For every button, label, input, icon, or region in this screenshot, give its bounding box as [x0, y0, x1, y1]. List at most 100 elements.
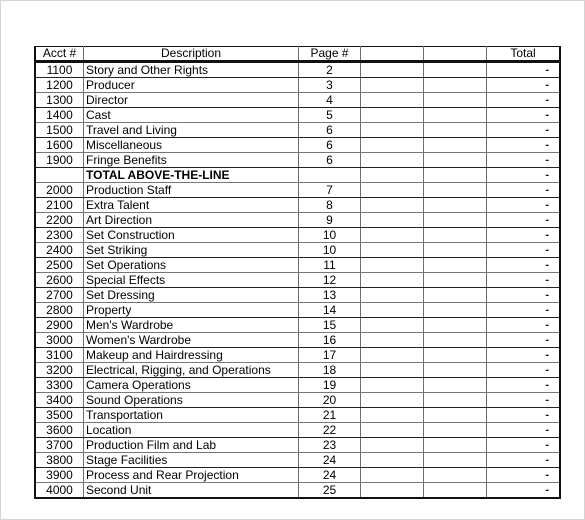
description-cell: TOTAL ABOVE-THE-LINE: [83, 167, 299, 183]
total-value: -: [545, 319, 549, 331]
page-cell: 3: [298, 77, 361, 93]
total-value: -: [545, 259, 549, 271]
table-header-row: Acct # Description Page # Total: [34, 46, 561, 63]
total-cell: -: [486, 362, 561, 378]
description-cell: Makeup and Hairdressing: [83, 347, 299, 363]
acct-cell: 1400: [34, 107, 84, 123]
total-cell: -: [486, 287, 561, 303]
acct-cell: 3300: [34, 377, 84, 393]
total-value: -: [545, 439, 549, 451]
total-cell: -: [486, 242, 561, 258]
total-value: -: [545, 424, 549, 436]
total-value: -: [545, 79, 549, 91]
blank-cell-1: [360, 377, 424, 393]
description-cell: Production Film and Lab: [83, 437, 299, 453]
description-cell: Special Effects: [83, 272, 299, 288]
description-cell: Production Staff: [83, 182, 299, 198]
blank-cell-2: [423, 437, 487, 453]
table-row: 2800 Property 14 -: [34, 302, 561, 318]
total-value: -: [545, 289, 549, 301]
page-cell: 10: [298, 227, 361, 243]
blank-cell-2: [423, 137, 487, 153]
blank-cell-2: [423, 287, 487, 303]
blank-cell-1: [360, 227, 424, 243]
blank-cell-1: [360, 77, 424, 93]
total-value: -: [545, 124, 549, 136]
page-cell: 6: [298, 152, 361, 168]
total-value: -: [545, 94, 549, 106]
page-cell: 20: [298, 392, 361, 408]
document-page: Acct # Description Page # Total 1100 Stor…: [0, 0, 585, 520]
description-cell: Director: [83, 92, 299, 108]
table-row: 2600 Special Effects 12 -: [34, 272, 561, 288]
table-row: 2700 Set Dressing 13 -: [34, 287, 561, 303]
header-blank-2: [423, 46, 487, 63]
total-cell: -: [486, 227, 561, 243]
total-cell: -: [486, 257, 561, 273]
description-cell: Producer: [83, 77, 299, 93]
table-row: 1200 Producer 3 -: [34, 77, 561, 93]
page-cell: 24: [298, 467, 361, 483]
blank-cell-2: [423, 107, 487, 123]
page-cell: 13: [298, 287, 361, 303]
acct-cell: 1200: [34, 77, 84, 93]
total-cell: -: [486, 77, 561, 93]
page-cell: 6: [298, 137, 361, 153]
acct-cell: 2700: [34, 287, 84, 303]
blank-cell-2: [423, 77, 487, 93]
blank-cell-1: [360, 287, 424, 303]
total-cell: -: [486, 347, 561, 363]
description-cell: Art Direction: [83, 212, 299, 228]
total-cell: -: [486, 107, 561, 123]
page-cell: 19: [298, 377, 361, 393]
acct-cell: 4000: [34, 482, 84, 499]
acct-cell: 2400: [34, 242, 84, 258]
description-cell: Second Unit: [83, 482, 299, 499]
page-cell: 4: [298, 92, 361, 108]
description-cell: Women's Wardrobe: [83, 332, 299, 348]
total-value: -: [545, 109, 549, 121]
total-cell: -: [486, 197, 561, 213]
page-cell: 6: [298, 122, 361, 138]
page-cell: 17: [298, 347, 361, 363]
total-value: -: [545, 334, 549, 346]
total-value: -: [545, 64, 549, 76]
table-row: 1100 Story and Other Rights 2 -: [34, 61, 561, 78]
acct-cell: 3400: [34, 392, 84, 408]
description-cell: Set Striking: [83, 242, 299, 258]
total-value: -: [545, 154, 549, 166]
table-row: TOTAL ABOVE-THE-LINE -: [34, 167, 561, 183]
blank-cell-1: [360, 317, 424, 333]
table-row: 2300 Set Construction 10 -: [34, 227, 561, 243]
blank-cell-1: [360, 122, 424, 138]
blank-cell-2: [423, 257, 487, 273]
blank-cell-2: [423, 122, 487, 138]
table-row: 3900 Process and Rear Projection 24 -: [34, 467, 561, 483]
page-cell: [298, 167, 361, 183]
page-cell: 18: [298, 362, 361, 378]
acct-cell: 3600: [34, 422, 84, 438]
description-cell: Cast: [83, 107, 299, 123]
table-row: 2500 Set Operations 11 -: [34, 257, 561, 273]
page-cell: 9: [298, 212, 361, 228]
description-cell: Travel and Living: [83, 122, 299, 138]
blank-cell-2: [423, 302, 487, 318]
acct-cell: 3500: [34, 407, 84, 423]
acct-cell: 3700: [34, 437, 84, 453]
total-cell: -: [486, 482, 561, 499]
table-row: 1600 Miscellaneous 6 -: [34, 137, 561, 153]
blank-cell-1: [360, 482, 424, 499]
description-cell: Extra Talent: [83, 197, 299, 213]
blank-cell-2: [423, 212, 487, 228]
table-row: 3400 Sound Operations 20 -: [34, 392, 561, 408]
total-cell: -: [486, 182, 561, 198]
total-value: -: [545, 169, 549, 181]
table-row: 3600 Location 22 -: [34, 422, 561, 438]
blank-cell-2: [423, 242, 487, 258]
description-cell: Transportation: [83, 407, 299, 423]
acct-cell: 2000: [34, 182, 84, 198]
description-cell: Story and Other Rights: [83, 61, 299, 78]
table-row: 3200 Electrical, Rigging, and Operations 1…: [34, 362, 561, 378]
blank-cell-2: [423, 377, 487, 393]
page-cell: 14: [298, 302, 361, 318]
